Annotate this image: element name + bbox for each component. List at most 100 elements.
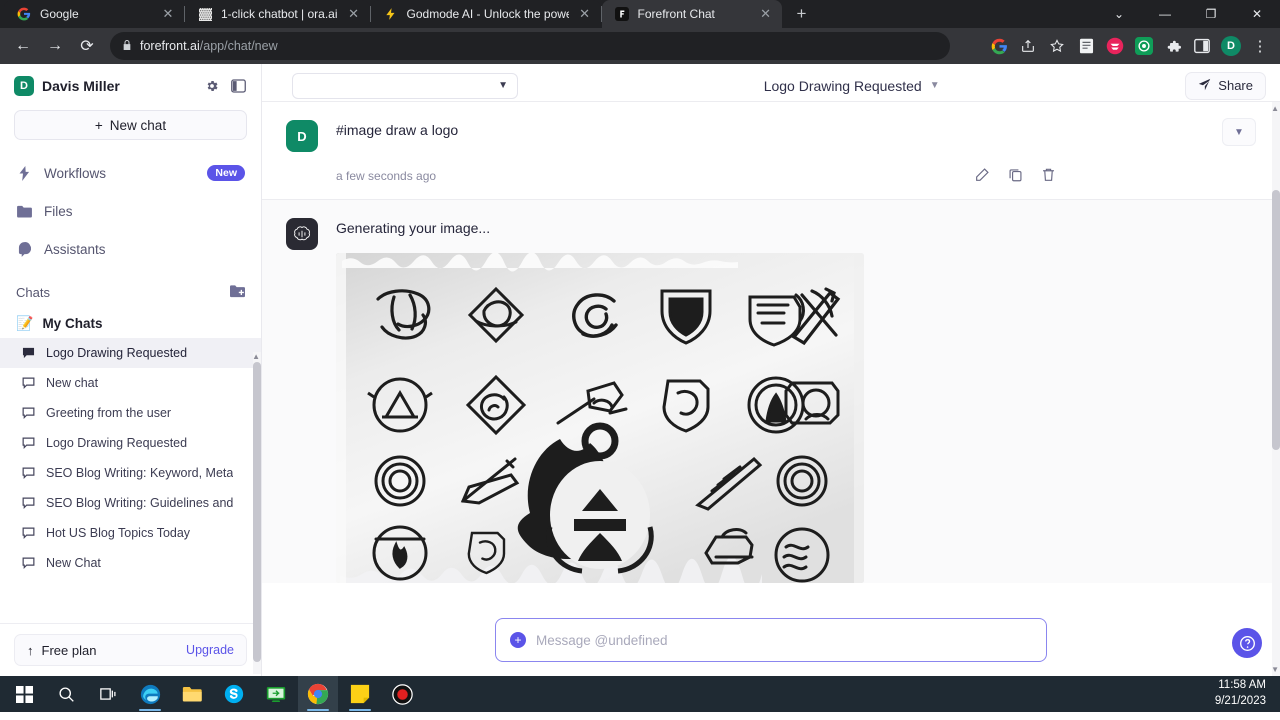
main-content: ▼ Logo Drawing Requested ▼ Share D #imag… <box>262 64 1280 676</box>
file-explorer-icon[interactable] <box>172 676 212 712</box>
browser-tab-google[interactable]: Google ✕ <box>4 0 184 28</box>
list-item[interactable]: SEO Blog Writing: Guidelines and <box>0 488 261 518</box>
extension-pink-icon[interactable] <box>1105 36 1125 56</box>
collapse-message-button[interactable]: ▼ <box>1222 118 1256 146</box>
google-icon <box>16 6 32 22</box>
address-bar[interactable]: forefront.ai/app/chat/new <box>110 32 950 60</box>
list-item[interactable]: Hot US Blog Topics Today <box>0 518 261 548</box>
sticky-notes-icon[interactable] <box>340 676 380 712</box>
chrome-icon[interactable] <box>298 676 338 712</box>
conversation-title-wrap[interactable]: Logo Drawing Requested ▼ <box>528 78 1175 94</box>
chat-folder-my-chats[interactable]: 📝 My Chats <box>0 309 261 338</box>
avatar: D <box>286 120 318 152</box>
generated-image[interactable] <box>336 253 864 583</box>
search-icon[interactable] <box>46 676 86 712</box>
chat-bubble-icon <box>22 377 36 389</box>
google-account-icon[interactable] <box>989 36 1009 56</box>
reading-list-icon[interactable] <box>1076 36 1096 56</box>
message-timestamp: a few seconds ago <box>336 169 437 183</box>
bookmark-star-icon[interactable] <box>1047 36 1067 56</box>
share-button[interactable]: Share <box>1185 71 1266 100</box>
screen-recorder-icon[interactable] <box>382 676 422 712</box>
close-icon[interactable]: ✕ <box>346 6 362 22</box>
new-folder-icon[interactable] <box>230 284 245 301</box>
help-button[interactable] <box>1232 628 1262 658</box>
message-assistant: Generating your image... <box>262 200 1280 583</box>
close-icon[interactable]: ✕ <box>577 6 593 22</box>
tab-title: 1-click chatbot | ora.ai <box>221 7 338 21</box>
message-actions <box>975 167 1256 185</box>
browser-tab-ora[interactable]: 1-click chatbot | ora.ai ✕ <box>185 0 370 28</box>
copy-icon[interactable] <box>1008 167 1023 185</box>
message-input[interactable] <box>536 632 1032 648</box>
windows-start-icon[interactable] <box>4 676 44 712</box>
edit-icon[interactable] <box>975 167 990 185</box>
avatar <box>286 218 318 250</box>
sidebar-scroll-thumb[interactable] <box>253 362 261 662</box>
taskbar-clock[interactable]: 11:58 AM 9/21/2023 <box>1215 678 1276 709</box>
close-icon[interactable]: ✕ <box>758 6 774 22</box>
sidebar-item-label: Workflows <box>44 165 107 181</box>
list-item[interactable]: Greeting from the user <box>0 398 261 428</box>
chrome-menu-icon[interactable]: ⋮ <box>1250 36 1270 56</box>
conversation-scroll-thumb[interactable] <box>1272 190 1280 450</box>
chevron-down-icon[interactable]: ⌄ <box>1096 0 1142 28</box>
extensions-puzzle-icon[interactable] <box>1163 36 1183 56</box>
tab-title: Forefront Chat <box>637 7 715 21</box>
bolt-icon <box>383 6 399 22</box>
browser-tab-godmode[interactable]: Godmode AI - Unlock the power ✕ <box>370 0 601 28</box>
minimize-button[interactable]: — <box>1142 0 1188 28</box>
forward-button[interactable]: → <box>40 31 70 61</box>
main-topbar: ▼ Logo Drawing Requested ▼ Share <box>262 64 1280 102</box>
extension-green-icon[interactable] <box>1134 36 1154 56</box>
profile-avatar-icon[interactable]: D <box>1221 36 1241 56</box>
list-item[interactable]: SEO Blog Writing: Keyword, Meta <box>0 458 261 488</box>
sidebar-item-label: Assistants <box>44 241 106 257</box>
list-item[interactable]: New Chat <box>0 548 261 578</box>
teamviewer-icon[interactable] <box>256 676 296 712</box>
sidebar-item-assistants[interactable]: Assistants <box>0 230 261 268</box>
gear-icon[interactable] <box>203 79 221 93</box>
side-panel-icon[interactable] <box>1192 36 1212 56</box>
folder-icon <box>16 205 33 218</box>
message-text: #image draw a logo <box>336 122 459 138</box>
delete-icon[interactable] <box>1041 167 1056 185</box>
new-chat-button[interactable]: + New chat <box>14 110 247 140</box>
folder-emoji-icon: 📝 <box>16 315 34 331</box>
upgrade-link[interactable]: Upgrade <box>186 643 234 657</box>
scroll-up-icon[interactable]: ▲ <box>1271 104 1279 113</box>
reload-button[interactable]: ⟳ <box>72 31 102 61</box>
sidebar-item-files[interactable]: Files <box>0 192 261 230</box>
window-controls: ⌄ — ❐ ✕ <box>1096 0 1280 28</box>
back-button[interactable]: ← <box>8 31 38 61</box>
chat-bubble-icon <box>22 557 36 569</box>
list-item[interactable]: Logo Drawing Requested <box>0 428 261 458</box>
skype-icon[interactable] <box>214 676 254 712</box>
scroll-down-icon[interactable]: ▼ <box>1271 665 1279 674</box>
list-item[interactable]: New chat <box>0 368 261 398</box>
message-composer[interactable]: + <box>495 618 1047 662</box>
chevron-down-icon[interactable]: ▼ <box>930 80 940 91</box>
new-tab-button[interactable]: + <box>788 0 816 28</box>
ora-icon <box>197 6 213 22</box>
new-chat-label: New chat <box>109 117 167 133</box>
task-view-icon[interactable] <box>88 676 128 712</box>
arrow-up-icon: ↑ <box>27 642 34 658</box>
close-window-button[interactable]: ✕ <box>1234 0 1280 28</box>
edge-icon[interactable] <box>130 676 170 712</box>
chat-label: New Chat <box>46 556 101 570</box>
message-body: Generating your image... <box>336 218 1256 583</box>
browser-tab-forefront[interactable]: Forefront Chat ✕ <box>601 0 782 28</box>
plan-box[interactable]: ↑ Free plan Upgrade <box>14 634 247 666</box>
close-icon[interactable]: ✕ <box>160 6 176 22</box>
share-icon <box>1198 78 1211 94</box>
share-page-icon[interactable] <box>1018 36 1038 56</box>
add-attachment-icon[interactable]: + <box>510 632 526 648</box>
model-select[interactable]: ▼ <box>292 72 518 99</box>
sidebar-item-workflows[interactable]: Workflows New <box>0 154 261 192</box>
list-item[interactable]: Logo Drawing Requested <box>0 338 261 368</box>
chat-label: New chat <box>46 376 99 390</box>
scroll-up-icon[interactable]: ▲ <box>252 352 260 361</box>
collapse-panel-icon[interactable] <box>229 79 247 93</box>
maximize-button[interactable]: ❐ <box>1188 0 1234 28</box>
